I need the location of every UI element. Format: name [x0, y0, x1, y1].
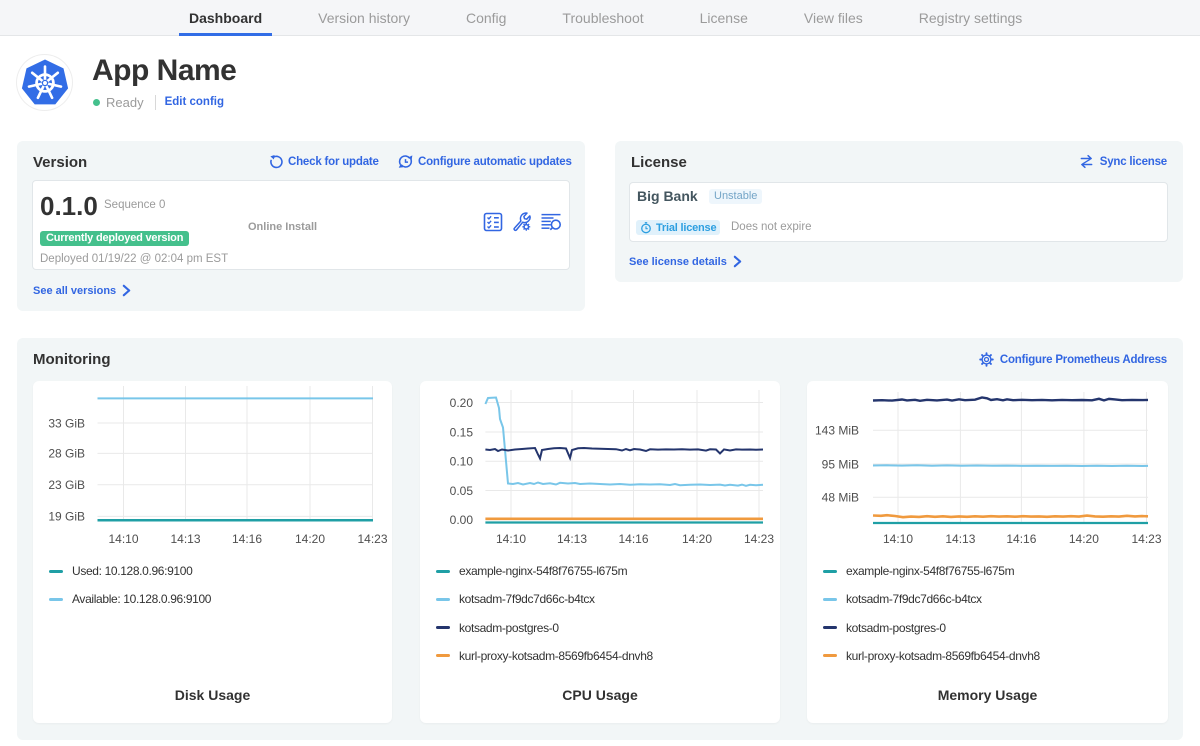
svg-text:48 MiB: 48 MiB	[822, 491, 859, 505]
svg-text:19 GiB: 19 GiB	[48, 510, 85, 524]
svg-text:95 MiB: 95 MiB	[822, 457, 859, 471]
svg-text:23 GiB: 23 GiB	[48, 478, 85, 492]
svg-text:14:10: 14:10	[883, 532, 913, 546]
svg-text:0.15: 0.15	[450, 425, 474, 439]
svg-text:0.05: 0.05	[450, 484, 474, 498]
svg-text:14:13: 14:13	[170, 532, 200, 546]
svg-text:14:20: 14:20	[295, 532, 325, 546]
svg-text:14:20: 14:20	[682, 532, 712, 546]
svg-text:14:13: 14:13	[945, 532, 975, 546]
svg-text:14:23: 14:23	[744, 532, 774, 546]
svg-text:14:10: 14:10	[108, 532, 138, 546]
svg-text:33 GiB: 33 GiB	[48, 416, 85, 430]
svg-text:14:20: 14:20	[1069, 532, 1099, 546]
svg-text:14:13: 14:13	[557, 532, 587, 546]
svg-text:14:23: 14:23	[1131, 532, 1161, 546]
svg-text:0.10: 0.10	[450, 455, 474, 469]
svg-text:14:16: 14:16	[232, 532, 262, 546]
svg-text:14:16: 14:16	[1006, 532, 1036, 546]
svg-text:0.20: 0.20	[450, 396, 474, 410]
svg-text:14:16: 14:16	[618, 532, 648, 546]
svg-text:0.00: 0.00	[450, 513, 474, 527]
svg-text:14:10: 14:10	[496, 532, 526, 546]
svg-text:28 GiB: 28 GiB	[48, 447, 85, 461]
svg-text:14:23: 14:23	[357, 532, 387, 546]
svg-text:143 MiB: 143 MiB	[815, 424, 859, 438]
